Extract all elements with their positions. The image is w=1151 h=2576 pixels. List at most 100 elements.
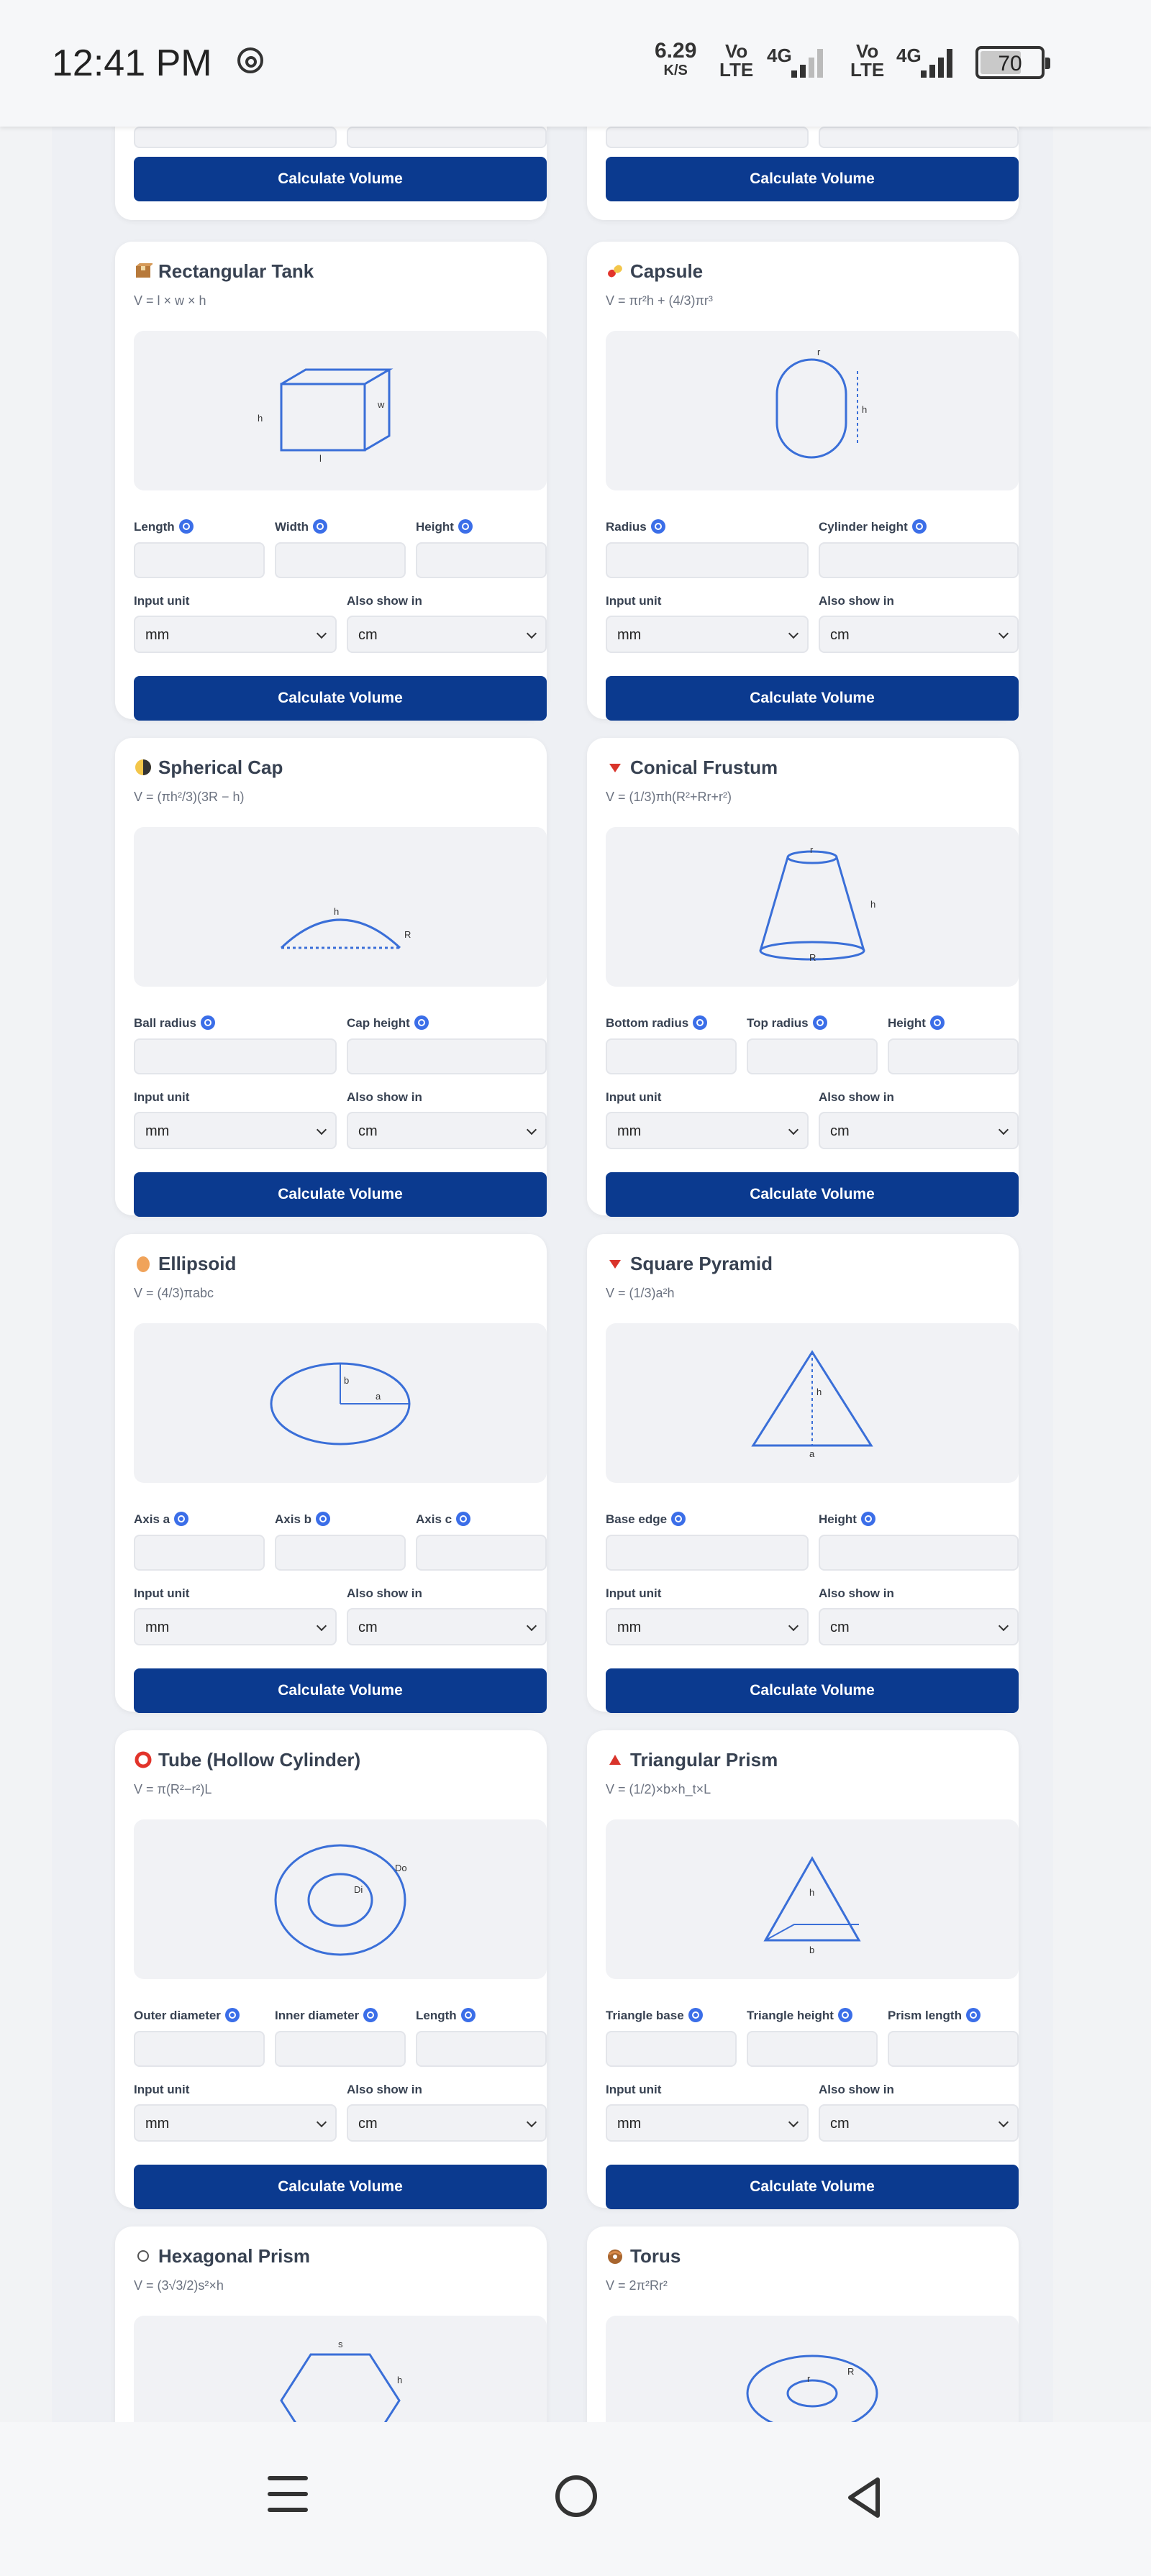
info-icon[interactable] <box>860 1512 875 1526</box>
partial-select-right-2[interactable] <box>819 127 1019 148</box>
calculate-button[interactable]: Calculate Volume <box>606 676 1019 721</box>
card-title: Conical Frustum <box>606 757 778 779</box>
info-icon[interactable] <box>316 1512 331 1526</box>
partial-select-left-1[interactable] <box>134 127 337 148</box>
home-icon[interactable] <box>555 2475 597 2517</box>
axis-b-input[interactable] <box>275 1535 406 1571</box>
outer-diameter-input[interactable] <box>134 2031 265 2067</box>
length-input[interactable] <box>416 2031 547 2067</box>
input-unit-label: Input unit <box>134 1090 190 1104</box>
calculate-button[interactable]: Calculate Volume <box>134 1668 547 1713</box>
input-unit-select[interactable]: mm <box>606 1608 809 1645</box>
clock: 12:41 PM <box>52 42 212 84</box>
info-icon[interactable] <box>671 1512 686 1526</box>
package-icon <box>136 263 153 278</box>
calculate-button[interactable]: Calculate Volume <box>606 1668 1019 1713</box>
card-formula: V = (3√3/2)s²×h <box>134 2278 224 2293</box>
field-label-height: Height <box>819 1512 875 1527</box>
field-label-bottom-radius: Bottom radius <box>606 1015 708 1031</box>
axis-a-input[interactable] <box>134 1535 265 1571</box>
info-icon[interactable] <box>178 519 194 534</box>
info-icon[interactable] <box>174 1512 189 1526</box>
inner-diameter-input[interactable] <box>275 2031 406 2067</box>
input-unit-select[interactable]: mm <box>134 2104 337 2142</box>
volte-indicator-2: Vo LTE <box>850 40 885 81</box>
navigation-bar <box>0 2422 1151 2576</box>
card-hexagonal-prism: Hexagonal Prism V = (3√3/2)s²×h s h <box>115 2226 547 2422</box>
chevron-down-icon <box>526 1124 537 1136</box>
svg-text:r: r <box>817 347 821 357</box>
top-radius-input[interactable] <box>747 1038 878 1074</box>
calculate-button[interactable]: Calculate Volume <box>606 2165 1019 2209</box>
info-icon[interactable] <box>812 1015 827 1030</box>
info-icon[interactable] <box>693 1015 708 1030</box>
also-show-select[interactable]: cm <box>819 616 1019 653</box>
also-show-select[interactable]: cm <box>347 2104 547 2142</box>
also-show-select[interactable]: cm <box>819 2104 1019 2142</box>
chevron-down-icon <box>526 1620 537 1632</box>
svg-text:w: w <box>377 399 385 410</box>
input-unit-select[interactable]: mm <box>134 1608 337 1645</box>
info-icon[interactable] <box>929 1015 945 1030</box>
chevron-down-icon <box>998 1620 1009 1632</box>
height-input[interactable] <box>416 542 547 578</box>
cap-height-input[interactable] <box>347 1038 547 1074</box>
triangle-height-input[interactable] <box>747 2031 878 2067</box>
also-show-select[interactable]: cm <box>347 1608 547 1645</box>
bottom-radius-input[interactable] <box>606 1038 737 1074</box>
height-input[interactable] <box>888 1038 1019 1074</box>
svg-text:l: l <box>319 453 322 464</box>
cylinder-height-input[interactable] <box>819 542 1019 578</box>
info-icon[interactable] <box>456 1512 471 1526</box>
chevron-down-icon <box>998 2116 1009 2128</box>
info-icon[interactable] <box>837 2008 852 2022</box>
ball-radius-input[interactable] <box>134 1038 337 1074</box>
also-show-select[interactable]: cm <box>347 1112 547 1149</box>
shape-diagram: h R <box>134 827 547 987</box>
network-speed: 6.29 K/S <box>655 39 697 78</box>
also-show-select[interactable]: cm <box>347 616 547 653</box>
width-input[interactable] <box>275 542 406 578</box>
also-show-select[interactable]: cm <box>819 1112 1019 1149</box>
also-show-select[interactable]: cm <box>819 1608 1019 1645</box>
card-title: Square Pyramid <box>606 1253 773 1275</box>
input-unit-select[interactable]: mm <box>134 616 337 653</box>
field-label-length: Length <box>134 519 194 534</box>
input-unit-select[interactable]: mm <box>134 1112 337 1149</box>
partial-select-left-2[interactable] <box>347 127 547 148</box>
info-icon[interactable] <box>460 2008 476 2022</box>
info-icon[interactable] <box>650 519 665 534</box>
info-icon[interactable] <box>363 2008 378 2022</box>
svg-text:R: R <box>847 2366 854 2377</box>
calculate-button[interactable]: Calculate Volume <box>606 157 1019 201</box>
radius-input[interactable] <box>606 542 809 578</box>
card-rectangular-tank: Rectangular Tank V = l × w × h h w l Len… <box>115 242 547 721</box>
calculate-button[interactable]: Calculate Volume <box>134 2165 547 2209</box>
partial-select-right-1[interactable] <box>606 127 809 148</box>
length-input[interactable] <box>134 542 265 578</box>
info-icon[interactable] <box>458 519 473 534</box>
height-input[interactable] <box>819 1535 1019 1571</box>
info-icon[interactable] <box>414 1015 429 1030</box>
input-unit-select[interactable]: mm <box>606 616 809 653</box>
info-icon[interactable] <box>224 2008 240 2022</box>
card-spherical-cap: Spherical Cap V = (πh²/3)(3R − h) h R Ba… <box>115 738 547 1217</box>
back-icon[interactable] <box>843 2475 886 2520</box>
input-unit-select[interactable]: mm <box>606 1112 809 1149</box>
axis-c-input[interactable] <box>416 1535 547 1571</box>
base-edge-input[interactable] <box>606 1535 809 1571</box>
calculate-button[interactable]: Calculate Volume <box>134 157 547 201</box>
info-icon[interactable] <box>688 2008 703 2022</box>
input-unit-select[interactable]: mm <box>606 2104 809 2142</box>
info-icon[interactable] <box>911 519 927 534</box>
info-icon[interactable] <box>313 519 328 534</box>
info-icon[interactable] <box>965 2008 981 2022</box>
recent-apps-icon[interactable] <box>268 2476 308 2513</box>
triangle-base-input[interactable] <box>606 2031 737 2067</box>
info-icon[interactable] <box>200 1015 215 1030</box>
calculate-button[interactable]: Calculate Volume <box>134 676 547 721</box>
calculate-button[interactable]: Calculate Volume <box>134 1172 547 1217</box>
prism-length-input[interactable] <box>888 2031 1019 2067</box>
svg-text:r: r <box>807 2373 811 2384</box>
calculate-button[interactable]: Calculate Volume <box>606 1172 1019 1217</box>
